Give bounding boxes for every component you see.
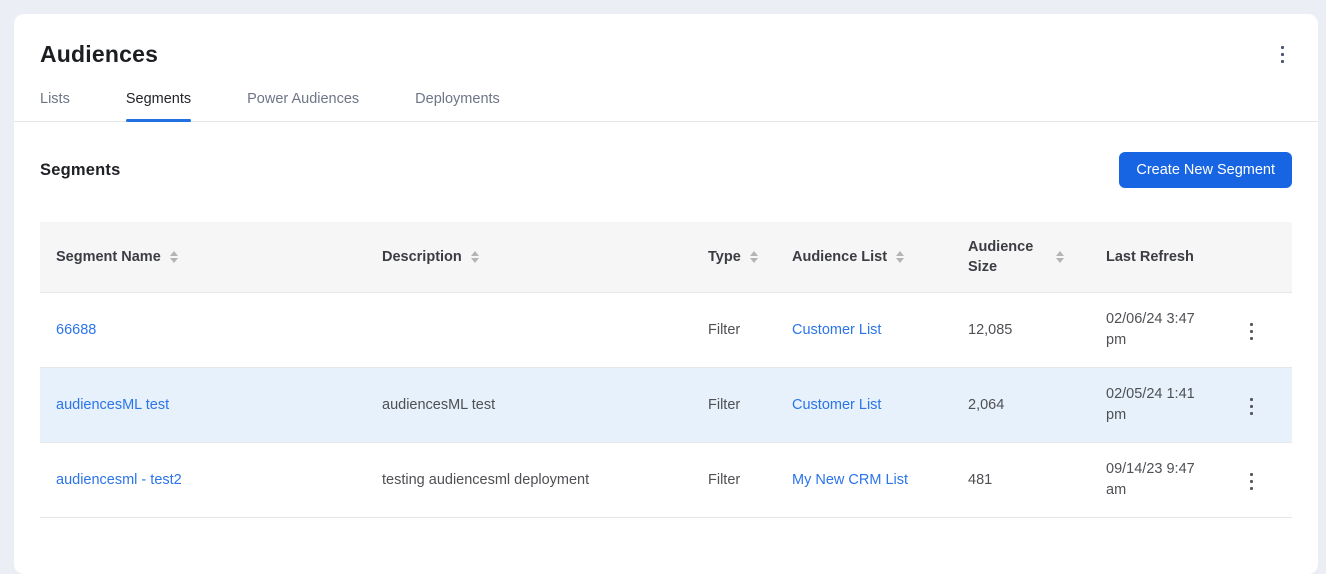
segment-name-cell: audiencesml - test2: [40, 442, 382, 517]
description-cell: audiencesML test: [382, 367, 708, 442]
column-header-label: Description: [382, 249, 462, 265]
type-text: Filter: [708, 397, 740, 413]
audience-size-cell: 2,064: [968, 367, 1106, 442]
table-row: 66688 Filter Customer List 12,085 02/06/24 3…: [40, 292, 1292, 367]
audience-size-text: 481: [968, 472, 992, 488]
column-header-actions: [1242, 222, 1292, 292]
tab-label: Lists: [40, 91, 70, 107]
tab-label: Segments: [126, 91, 191, 107]
row-actions-cell: [1242, 367, 1292, 442]
column-header-label: Audience Size: [968, 237, 1034, 277]
page-title: Audiences: [40, 41, 158, 68]
description-text: audiencesML test: [382, 397, 495, 413]
column-header-inner: Description: [382, 249, 708, 265]
column-header-segment-name[interactable]: Segment Name: [40, 222, 382, 292]
audience-list-cell: Customer List: [792, 367, 968, 442]
tab-bar: Lists Segments Power Audiences Deployments: [40, 91, 1292, 121]
tab-segments[interactable]: Segments: [126, 91, 191, 121]
column-header-inner: Audience List: [792, 249, 968, 265]
audience-list-link[interactable]: Customer List: [792, 397, 881, 413]
tab-lists[interactable]: Lists: [40, 91, 70, 121]
column-header-label: Segment Name: [56, 249, 161, 265]
last-refresh-text: 02/05/24 1:41 pm: [1106, 384, 1210, 426]
sort-icon[interactable]: [471, 251, 479, 263]
last-refresh-text: 09/14/23 9:47 am: [1106, 459, 1210, 501]
tab-label: Deployments: [415, 91, 500, 107]
segment-name-link[interactable]: audiencesml - test2: [56, 472, 182, 488]
audience-size-text: 2,064: [968, 397, 1004, 413]
table-row: audiencesml - test2 testing audiencesml d…: [40, 442, 1292, 517]
column-header-type[interactable]: Type: [708, 222, 792, 292]
segment-name-link[interactable]: audiencesML test: [56, 397, 169, 413]
column-header-inner: Last Refresh: [1106, 249, 1242, 265]
create-new-segment-button[interactable]: Create New Segment: [1119, 152, 1292, 188]
tab-label: Power Audiences: [247, 91, 359, 107]
tab-power-audiences[interactable]: Power Audiences: [247, 91, 359, 121]
description-cell: [382, 292, 708, 367]
row-menu-kebab-icon[interactable]: [1242, 393, 1261, 420]
row-actions-cell: [1242, 292, 1292, 367]
segments-table: Segment Name Description Type Audience List…: [40, 222, 1292, 518]
audiences-card: Audiences Lists Segments Power Audiences De…: [14, 14, 1318, 574]
row-menu-kebab-icon[interactable]: [1242, 468, 1261, 495]
section-header-row: Segments Create New Segment: [40, 152, 1292, 188]
card-body: Segments Create New Segment Segment Name…: [14, 152, 1318, 518]
column-header-audience-size[interactable]: Audience Size: [968, 222, 1106, 292]
column-header-inner: Segment Name: [56, 249, 382, 265]
column-header-label: Last Refresh: [1106, 249, 1194, 265]
page-menu-kebab-icon[interactable]: [1273, 41, 1292, 68]
title-row: Audiences: [40, 41, 1292, 68]
audience-list-cell: Customer List: [792, 292, 968, 367]
column-header-last-refresh: Last Refresh: [1106, 222, 1242, 292]
row-actions-cell: [1242, 442, 1292, 517]
audience-size-text: 12,085: [968, 322, 1012, 338]
type-text: Filter: [708, 472, 740, 488]
last-refresh-text: 02/06/24 3:47 pm: [1106, 309, 1210, 351]
segment-name-cell: audiencesML test: [40, 367, 382, 442]
segment-name-cell: 66688: [40, 292, 382, 367]
tab-deployments[interactable]: Deployments: [415, 91, 500, 121]
last-refresh-cell: 02/05/24 1:41 pm: [1106, 367, 1242, 442]
sort-icon[interactable]: [1056, 251, 1064, 263]
column-header-inner: Audience Size: [968, 237, 1106, 277]
last-refresh-cell: 02/06/24 3:47 pm: [1106, 292, 1242, 367]
table-body: 66688 Filter Customer List 12,085 02/06/24 3…: [40, 292, 1292, 517]
type-cell: Filter: [708, 442, 792, 517]
last-refresh-cell: 09/14/23 9:47 am: [1106, 442, 1242, 517]
card-header: Audiences Lists Segments Power Audiences De…: [14, 14, 1318, 122]
type-cell: Filter: [708, 292, 792, 367]
column-header-audience-list[interactable]: Audience List: [792, 222, 968, 292]
audience-list-link[interactable]: My New CRM List: [792, 472, 908, 488]
sort-icon[interactable]: [896, 251, 904, 263]
table-row: audiencesML test audiencesML test Filter Cu…: [40, 367, 1292, 442]
table-header-row: Segment Name Description Type Audience List…: [40, 222, 1292, 292]
audience-size-cell: 481: [968, 442, 1106, 517]
column-header-label: Type: [708, 249, 741, 265]
audience-list-cell: My New CRM List: [792, 442, 968, 517]
page: { "page": { "title": "Audiences", "backg…: [0, 0, 1326, 528]
description-text: testing audiencesml deployment: [382, 472, 589, 488]
segment-name-link[interactable]: 66688: [56, 322, 96, 338]
audience-list-link[interactable]: Customer List: [792, 322, 881, 338]
section-title: Segments: [40, 161, 120, 180]
type-text: Filter: [708, 322, 740, 338]
table-header: Segment Name Description Type Audience List…: [40, 222, 1292, 292]
type-cell: Filter: [708, 367, 792, 442]
description-cell: testing audiencesml deployment: [382, 442, 708, 517]
row-menu-kebab-icon[interactable]: [1242, 318, 1261, 345]
audience-size-cell: 12,085: [968, 292, 1106, 367]
column-header-inner: Type: [708, 249, 792, 265]
column-header-description[interactable]: Description: [382, 222, 708, 292]
sort-icon[interactable]: [170, 251, 178, 263]
column-header-label: Audience List: [792, 249, 887, 265]
sort-icon[interactable]: [750, 251, 758, 263]
